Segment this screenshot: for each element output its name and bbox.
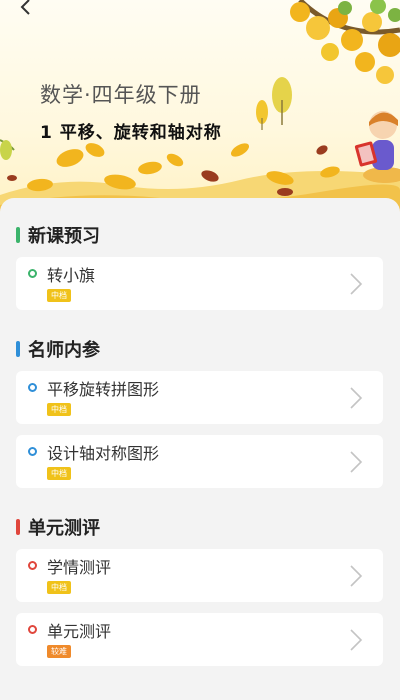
chevron-right-icon (350, 451, 363, 473)
back-button[interactable] (12, 0, 40, 22)
lesson-title: 1 平移、旋转和轴对称 (40, 123, 222, 143)
list-item-unit-assessment[interactable]: 单元测评 较难 (16, 613, 383, 666)
difficulty-badge: 较难 (47, 645, 71, 658)
bullet-icon (28, 561, 37, 570)
chevron-right-icon (350, 387, 363, 409)
list-item-axis-symmetry[interactable]: 设计轴对称图形 中档 (16, 435, 383, 488)
difficulty-badge: 中档 (47, 467, 71, 480)
bullet-icon (28, 383, 37, 392)
difficulty-badge: 中档 (47, 403, 71, 416)
header-illustration: 数学·四年级下册 1 平移、旋转和轴对称 (0, 0, 400, 215)
section-title: 名师内参 (28, 340, 100, 361)
bullet-icon (28, 447, 37, 456)
subject-title: 数学·四年级下册 (40, 83, 202, 107)
item-title: 学情测评 (47, 558, 112, 577)
section-marker (16, 519, 20, 535)
section-header-unit-assessment: 单元测评 (16, 514, 100, 540)
bullet-icon (28, 269, 37, 278)
chevron-right-icon (350, 273, 363, 295)
difficulty-badge: 中档 (47, 581, 71, 594)
chevron-right-icon (350, 565, 363, 587)
section-header-preview: 新课预习 (16, 222, 100, 248)
item-title: 转小旗 (47, 266, 96, 285)
difficulty-badge: 中档 (47, 289, 71, 302)
section-marker (16, 227, 20, 243)
chevron-right-icon (350, 629, 363, 651)
content-panel: 新课预习 转小旗 中档 名师内参 平移旋转拼图形 中档 设计轴对称图形 中档 单… (0, 198, 400, 700)
list-item-learning-assessment[interactable]: 学情测评 中档 (16, 549, 383, 602)
item-title: 单元测评 (47, 622, 112, 641)
section-title: 新课预习 (28, 226, 100, 247)
item-title: 平移旋转拼图形 (47, 380, 160, 399)
section-header-teacher-reference: 名师内参 (16, 336, 100, 362)
section-marker (16, 341, 20, 357)
section-title: 单元测评 (28, 518, 100, 539)
chevron-left-icon (20, 0, 30, 15)
item-title: 设计轴对称图形 (47, 444, 160, 463)
bullet-icon (28, 625, 37, 634)
list-item-translate-rotate[interactable]: 平移旋转拼图形 中档 (16, 371, 383, 424)
list-item-zhuan-xiao-qi[interactable]: 转小旗 中档 (16, 257, 383, 310)
